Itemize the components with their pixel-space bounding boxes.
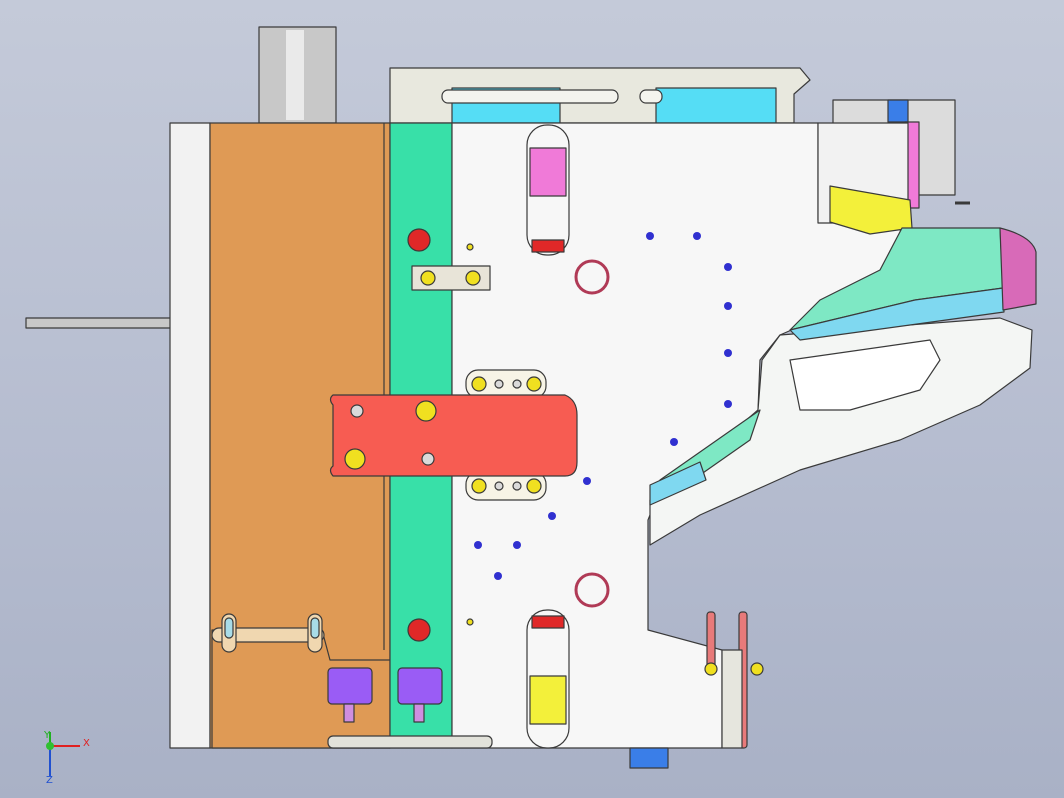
triad-x-label: X <box>83 738 90 749</box>
cap-pin-4 <box>526 478 542 494</box>
ejector-pin-yellow-2 <box>750 662 764 676</box>
tr-blue-block <box>887 99 909 123</box>
molded-part-magenta <box>999 227 1037 311</box>
guide-pin-bottom <box>407 618 431 642</box>
ejector-guide <box>721 649 743 749</box>
push-block-pin-1 <box>415 400 437 422</box>
guide-pin-top <box>407 228 431 252</box>
cap-screw-3 <box>494 481 504 491</box>
bottom-blue-block <box>629 747 669 769</box>
red-insert-bottom <box>531 615 565 629</box>
top-slide-groove <box>441 89 619 104</box>
lifter-right <box>397 667 443 705</box>
cap-screw-4 <box>512 481 522 491</box>
small-pin-1 <box>466 243 474 251</box>
yellow-insert-bottom <box>529 675 567 725</box>
cap-pin-1 <box>471 376 487 392</box>
cap-pin-2 <box>526 376 542 392</box>
push-block-pin-2 <box>344 448 366 470</box>
slot-pin-left <box>224 617 234 639</box>
lifter-right-stem <box>413 703 425 723</box>
pink-insert-top <box>529 147 567 197</box>
cap-pin-3 <box>471 478 487 494</box>
top-cylinder-highlight <box>286 30 304 120</box>
push-block-screw-2 <box>421 452 435 466</box>
triad-origin <box>46 742 54 750</box>
cap-screw-2 <box>512 379 522 389</box>
lifter-base <box>327 735 493 749</box>
cap-screw-1 <box>494 379 504 389</box>
red-insert-top <box>531 239 565 253</box>
coordinate-triad: X Y Z <box>43 730 90 786</box>
ejector-pin-yellow-1 <box>704 662 718 676</box>
top-slide-groove-2 <box>639 89 663 104</box>
push-block <box>329 394 578 477</box>
push-block-screw-1 <box>350 404 364 418</box>
lifter-left <box>327 667 373 705</box>
clamp-plate <box>169 122 211 749</box>
pin-strap-yellow-2 <box>465 270 481 286</box>
lifter-left-stem <box>343 703 355 723</box>
triad-z-label: Z <box>46 775 53 786</box>
small-pin-2 <box>466 618 474 626</box>
cad-viewport[interactable]: X Y Z <box>0 0 1064 798</box>
slot-pin-right <box>310 617 320 639</box>
pin-strap-yellow-1 <box>420 270 436 286</box>
triad-y-label: Y <box>43 730 51 741</box>
mold-assembly-drawing[interactable]: X Y Z <box>0 0 1064 798</box>
ejector-rod <box>25 317 173 329</box>
top-slide-insert-right <box>655 87 777 124</box>
